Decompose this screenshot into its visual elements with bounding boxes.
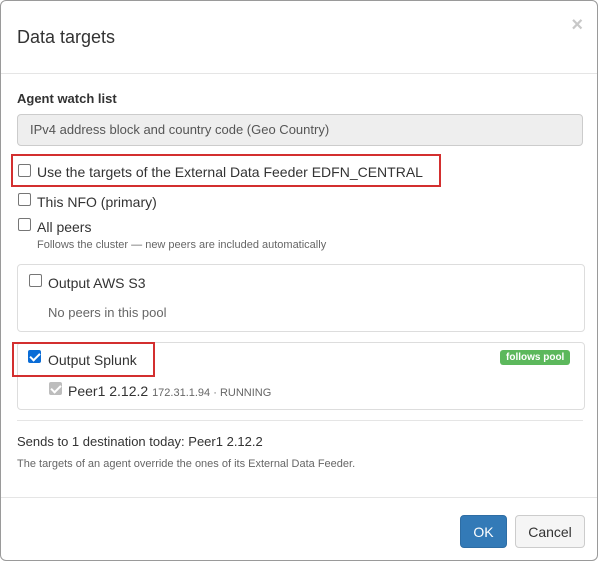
use-edf-checkbox[interactable]: [18, 164, 31, 177]
dialog-header: Data targets ×: [1, 1, 597, 74]
follows-pool-badge: follows pool: [500, 350, 571, 365]
data-targets-dialog: Data targets × Agent watch list IPv4 add…: [0, 0, 598, 561]
peer1-row: Peer1 2.12.2 172.31.1.94 · RUNNING: [68, 383, 271, 399]
this-nfo-checkbox[interactable]: [18, 193, 31, 206]
peer1-checkbox: [49, 382, 62, 395]
ok-button[interactable]: OK: [460, 515, 507, 548]
pool-splunk-label[interactable]: Output Splunk: [48, 352, 137, 368]
override-note: The targets of an agent override the one…: [17, 458, 356, 470]
all-peers-checkbox[interactable]: [18, 218, 31, 231]
summary-divider: [17, 420, 583, 421]
all-peers-label[interactable]: All peers: [37, 219, 91, 235]
destination-summary: Sends to 1 destination today: Peer1 2.12…: [17, 434, 263, 449]
this-nfo-label[interactable]: This NFO (primary): [37, 194, 157, 210]
use-edf-label[interactable]: Use the targets of the External Data Fee…: [37, 164, 423, 180]
dialog-footer: [1, 497, 597, 498]
dialog-title: Data targets: [17, 27, 116, 47]
pool-aws-empty: No peers in this pool: [48, 305, 167, 320]
cancel-button[interactable]: Cancel: [515, 515, 585, 548]
pool-aws-checkbox[interactable]: [29, 274, 42, 287]
peer1-meta: 172.31.1.94 · RUNNING: [152, 387, 272, 399]
all-peers-help: Follows the cluster — new peers are incl…: [37, 239, 327, 251]
peer1-name: Peer1 2.12.2: [68, 383, 149, 399]
pool-aws-label[interactable]: Output AWS S3: [48, 275, 146, 291]
watch-list-select[interactable]: IPv4 address block and country code (Geo…: [17, 114, 583, 146]
pool-splunk-checkbox[interactable]: [28, 350, 41, 363]
watch-list-label: Agent watch list: [17, 91, 117, 106]
close-icon[interactable]: ×: [571, 15, 583, 35]
